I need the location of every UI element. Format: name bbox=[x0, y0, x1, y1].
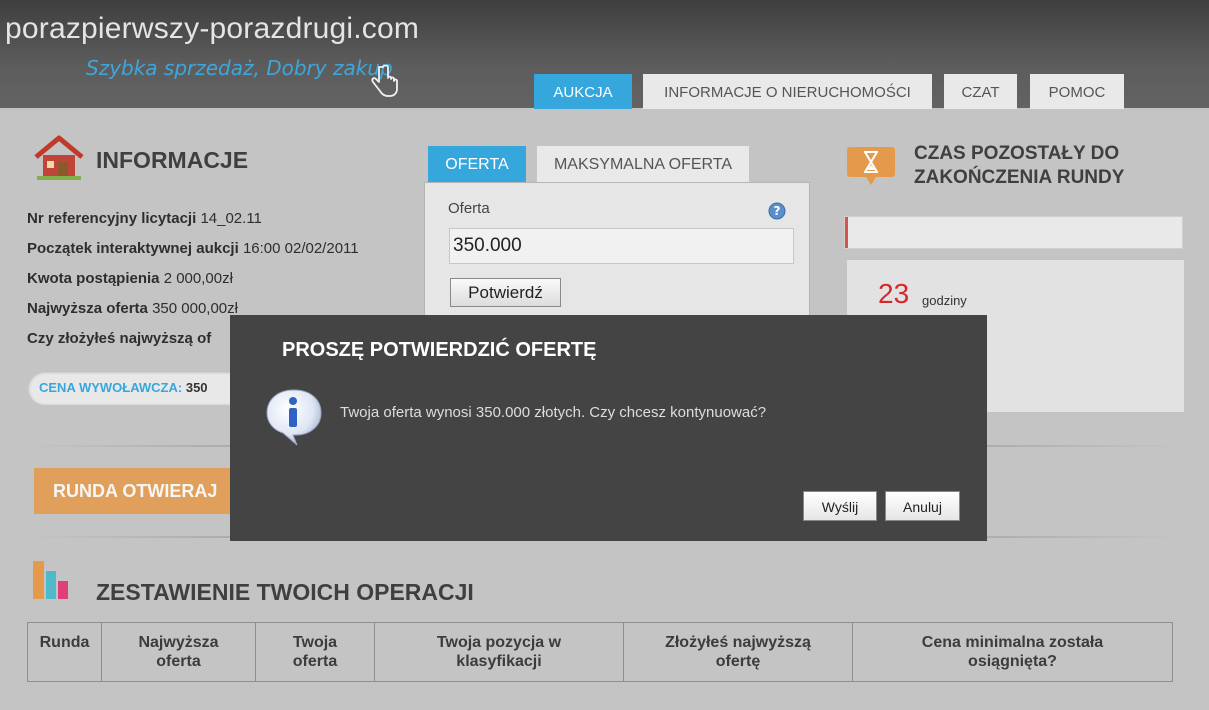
col-label: Najwyższa bbox=[138, 634, 219, 651]
hourglass-icon bbox=[847, 147, 895, 185]
info-row-label: Najwyższa oferta bbox=[27, 300, 148, 317]
operations-title: ZESTAWIENIE TWOICH OPERACJI bbox=[96, 579, 474, 605]
col-label: Twoja bbox=[292, 634, 338, 651]
dialog-title: PROSZĘ POTWIERDZIĆ OFERTĘ bbox=[282, 339, 597, 361]
offer-input[interactable]: 350.000 bbox=[449, 228, 794, 264]
time-title-line1: CZAS POZOSTAŁY DO bbox=[914, 143, 1120, 164]
house-icon bbox=[34, 135, 84, 180]
col-runda: Runda bbox=[27, 622, 102, 682]
starting-price-label: CENA WYWOŁAWCZA: bbox=[39, 380, 183, 395]
confirm-offer-button[interactable]: Potwierdź bbox=[450, 278, 561, 307]
site-logo[interactable]: porazpierwszy-porazdrugi.com bbox=[5, 12, 419, 46]
starting-price-value: 350 bbox=[185, 380, 208, 395]
info-row-your-highest: Czy złożyłeś najwyższą of bbox=[27, 330, 211, 347]
col-twoja-oferta: Twoja oferta bbox=[255, 622, 375, 682]
info-row-value: 2 000,00zł bbox=[163, 270, 233, 287]
site-header: porazpierwszy-porazdrugi.com Szybka sprz… bbox=[0, 0, 1209, 109]
confirm-offer-dialog: PROSZĘ POTWIERDZIĆ OFERTĘ Twoja oferta w… bbox=[230, 315, 987, 541]
operations-table: Runda Najwyższa oferta Twoja oferta Twoja … bbox=[27, 622, 1173, 682]
info-icon bbox=[266, 389, 322, 446]
info-row-value: 14_02.11 bbox=[200, 210, 262, 227]
tab-oferta[interactable]: OFERTA bbox=[428, 146, 526, 182]
info-row-value: 16:00 02/02/2011 bbox=[242, 240, 359, 257]
help-icon[interactable]: ? bbox=[768, 202, 786, 220]
time-progress-bar bbox=[844, 216, 1183, 249]
info-row-start: Początek interaktywnej aukcji 16:00 02/0… bbox=[27, 240, 359, 257]
bar-chart-icon bbox=[33, 561, 68, 599]
info-row-reference: Nr referencyjny licytacji 14_02.11 bbox=[27, 210, 262, 227]
col-cena-minimalna: Cena minimalna została osiągnięta? bbox=[852, 622, 1173, 682]
col-label: oferta bbox=[292, 653, 338, 670]
col-label: Cena minimalna została bbox=[921, 634, 1104, 651]
col-label: Złożyłeś najwyższą bbox=[665, 634, 811, 651]
info-row-increment: Kwota postąpienia 2 000,00zł bbox=[27, 270, 233, 287]
hours-value: 23 bbox=[878, 278, 910, 309]
info-row-highest-offer: Najwyższa oferta 350 000,00zł bbox=[27, 300, 238, 317]
offer-panel: Oferta ? 350.000 Potwierdź bbox=[424, 182, 810, 322]
col-label: ofertę bbox=[715, 653, 761, 670]
col-label: Runda bbox=[39, 634, 90, 651]
info-row-label: Początek interaktywnej aukcji bbox=[27, 240, 239, 257]
col-najwyzsza-oferte: Złożyłeś najwyższą ofertę bbox=[623, 622, 853, 682]
info-title: INFORMACJE bbox=[96, 147, 249, 173]
time-progress-fill bbox=[845, 217, 848, 248]
time-remaining-title: CZAS POZOSTAŁY DO ZAKOŃCZENIA RUNDY bbox=[914, 142, 1124, 190]
cancel-button[interactable]: Anuluj bbox=[885, 491, 960, 521]
info-row-value: 350 000,00zł bbox=[152, 300, 238, 317]
time-title-line2: ZAKOŃCZENIA RUNDY bbox=[914, 167, 1125, 188]
hours-label: godziny bbox=[922, 293, 967, 308]
col-label: klasyfikacji bbox=[456, 653, 542, 670]
offer-field-label: Oferta bbox=[448, 200, 490, 217]
table-header-row: Runda Najwyższa oferta Twoja oferta Twoja … bbox=[27, 622, 1173, 682]
col-label: Twoja pozycja w bbox=[436, 634, 562, 651]
dialog-message: Twoja oferta wynosi 350.000 złotych. Czy… bbox=[340, 404, 767, 421]
tab-maksymalna-oferta[interactable]: MAKSYMALNA OFERTA bbox=[537, 146, 749, 182]
col-label: osiągnięta? bbox=[968, 653, 1057, 670]
info-row-label: Nr referencyjny licytacji bbox=[27, 210, 197, 227]
send-button[interactable]: Wyślij bbox=[803, 491, 877, 521]
hand-pointer-icon bbox=[371, 64, 398, 97]
site-tagline: Szybka sprzedaż, Dobry zakup bbox=[86, 56, 393, 80]
info-row-label: Czy złożyłeś najwyższą of bbox=[27, 330, 212, 347]
col-label: oferta bbox=[156, 653, 201, 670]
col-pozycja: Twoja pozycja w klasyfikacji bbox=[374, 622, 624, 682]
tab-czat[interactable]: CZAT bbox=[944, 74, 1017, 109]
info-row-label: Kwota postąpienia bbox=[27, 270, 160, 287]
tab-aukcja[interactable]: AUKCJA bbox=[534, 74, 632, 109]
tab-informacje-o-nieruchomosci[interactable]: INFORMACJE O NIERUCHOMOŚCI bbox=[643, 74, 932, 109]
svg-text:?: ? bbox=[774, 204, 781, 218]
tab-pomoc[interactable]: POMOC bbox=[1030, 74, 1124, 109]
col-najwyzsza-oferta: Najwyższa oferta bbox=[101, 622, 256, 682]
